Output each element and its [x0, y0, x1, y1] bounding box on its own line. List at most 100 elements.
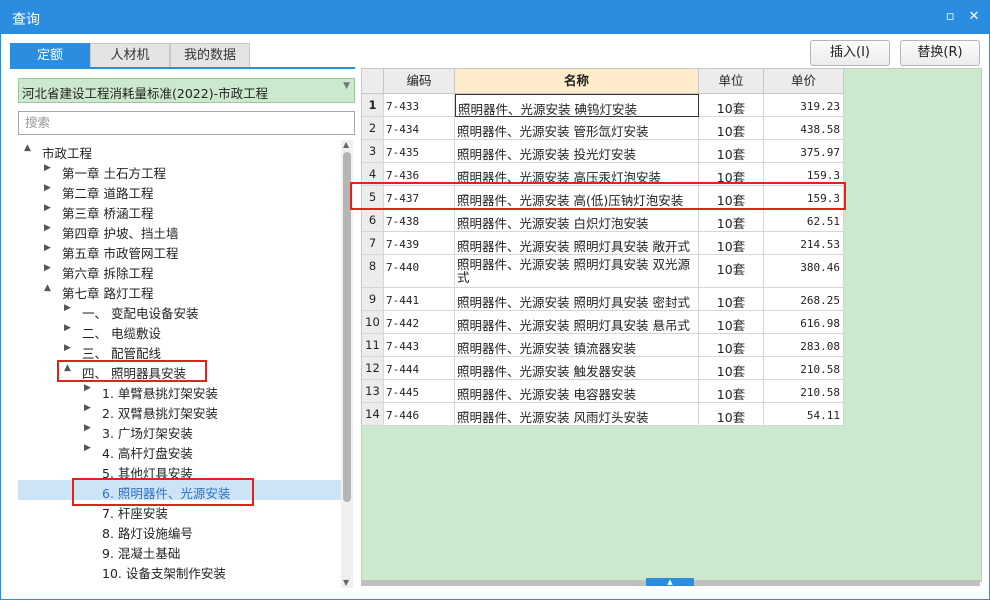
table-header-corner [362, 69, 384, 94]
cell-unit: 10套 [699, 403, 764, 426]
scroll-down-icon[interactable]: ▼ [343, 578, 349, 587]
table-row[interactable]: 11 7-443 照明器件、光源安装 镇流器安装 10套 283.08 [362, 334, 844, 357]
tree-node[interactable]: ▶ 一、 变配电设备安装 [18, 300, 341, 321]
tree-node[interactable]: ▶ 二、 电缆敷设 [18, 320, 341, 341]
cell-code: 7-445 [384, 380, 455, 403]
tab-materials[interactable]: 人材机 [90, 43, 170, 68]
collapse-arrow-icon[interactable]: ▲ [44, 283, 51, 293]
expand-arrow-icon[interactable]: ▶ [44, 203, 51, 213]
chevron-up-icon[interactable]: ▲ [646, 578, 694, 586]
cell-name: 照明器件、光源安装 镇流器安装 [455, 334, 699, 357]
tree-node[interactable]: 5. 其他灯具安装 [18, 460, 341, 481]
cell-price: 319.23 [764, 94, 844, 117]
row-number: 14 [362, 403, 384, 426]
column-header-name[interactable]: 名称 [455, 69, 699, 94]
table-row[interactable]: 13 7-445 照明器件、光源安装 电容器安装 10套 210.58 [362, 380, 844, 403]
collapse-arrow-icon[interactable]: ▲ [24, 143, 31, 153]
expand-arrow-icon[interactable]: ▶ [84, 383, 91, 393]
cell-unit: 10套 [699, 311, 764, 334]
table-row[interactable]: 7 7-439 照明器件、光源安装 照明灯具安装 敞开式 10套 214.53 [362, 232, 844, 255]
scroll-up-icon[interactable]: ▲ [343, 140, 349, 149]
quota-table: 编码 名称 单位 单价 1 7-433 照明器件、光源安装 碘钨灯安装 10套 319.… [361, 68, 982, 582]
expand-arrow-icon[interactable]: ▶ [84, 403, 91, 413]
tree-node[interactable]: ▶ 三、 配管配线 [18, 340, 341, 361]
expand-arrow-icon[interactable]: ▶ [44, 263, 51, 273]
tree-node[interactable]: ▶ 3. 广场灯架安装 [18, 420, 341, 441]
tree-node[interactable]: ▶ 第四章 护坡、挡土墙 [18, 220, 341, 241]
tree-node[interactable]: ▶ 1. 单臂悬挑灯架安装 [18, 380, 341, 401]
expand-arrow-icon[interactable]: ▶ [44, 223, 51, 233]
tree-node[interactable]: 8. 路灯设施编号 [18, 520, 341, 541]
table-row[interactable]: 2 7-434 照明器件、光源安装 管形氙灯安装 10套 438.58 [362, 117, 844, 140]
tree-node[interactable]: ▲ 第七章 路灯工程 [18, 280, 341, 301]
expand-arrow-icon[interactable]: ▶ [84, 423, 91, 433]
insert-button[interactable]: 插入(I) [810, 40, 890, 66]
tree-node[interactable]: ▶ 第一章 土石方工程 [18, 160, 341, 181]
window-title: 查询 [12, 12, 40, 28]
tab-my-data[interactable]: 我的数据 [170, 43, 250, 68]
table-row[interactable]: 14 7-446 照明器件、光源安装 风雨灯头安装 10套 54.11 [362, 403, 844, 426]
table-row[interactable]: 6 7-438 照明器件、光源安装 白炽灯泡安装 10套 62.51 [362, 209, 844, 232]
expand-arrow-icon[interactable]: ▶ [44, 163, 51, 173]
cell-unit: 10套 [699, 232, 764, 255]
tree-node[interactable]: ▶ 4. 高杆灯盘安装 [18, 440, 341, 461]
cell-name: 照明器件、光源安装 电容器安装 [455, 380, 699, 403]
column-header-code[interactable]: 编码 [384, 69, 455, 94]
cell-unit: 10套 [699, 209, 764, 232]
row-number: 12 [362, 357, 384, 380]
tree-node[interactable]: 10. 设备支架制作安装 [18, 560, 341, 581]
tree-node[interactable]: ▶ 2. 双臂悬挑灯架安装 [18, 400, 341, 421]
cell-code: 7-433 [384, 94, 455, 117]
table-row[interactable]: 3 7-435 照明器件、光源安装 投光灯安装 10套 375.97 [362, 140, 844, 163]
cell-price: 210.58 [764, 357, 844, 380]
cell-price: 616.98 [764, 311, 844, 334]
expand-arrow-icon[interactable]: ▶ [64, 303, 71, 313]
cell-name: 照明器件、光源安装 照明灯具安装 密封式 [455, 288, 699, 311]
cell-unit: 10套 [699, 140, 764, 163]
column-header-unit[interactable]: 单位 [699, 69, 764, 94]
cell-price: 214.53 [764, 232, 844, 255]
standard-select[interactable]: 河北省建设工程消耗量标准(2022)-市政工程 ▼ [18, 78, 355, 103]
expand-arrow-icon[interactable]: ▶ [64, 323, 71, 333]
row-number: 2 [362, 117, 384, 140]
row-number: 3 [362, 140, 384, 163]
tab-quota[interactable]: 定额 [10, 43, 90, 68]
cell-name: 照明器件、光源安装 白炽灯泡安装 [455, 209, 699, 232]
chevron-down-icon[interactable]: ▼ [343, 81, 350, 91]
cell-name: 照明器件、光源安装 照明灯具安装 敞开式 [455, 232, 699, 255]
tree-node[interactable]: ▲ 市政工程 [18, 140, 341, 161]
tree-node[interactable]: 9. 混凝土基础 [18, 540, 341, 561]
search-input[interactable] [23, 115, 347, 131]
tree-node[interactable]: ▶ 第二章 道路工程 [18, 180, 341, 201]
window-titlebar: 查询 ▫ ✕ [0, 0, 990, 34]
cell-code: 7-435 [384, 140, 455, 163]
table-row[interactable]: 9 7-441 照明器件、光源安装 照明灯具安装 密封式 10套 268.25 [362, 288, 844, 311]
replace-button[interactable]: 替换(R) [900, 40, 980, 66]
maximize-icon[interactable]: ▫ [942, 9, 958, 25]
table-row[interactable]: 10 7-442 照明器件、光源安装 照明灯具安装 悬吊式 10套 616.98 [362, 311, 844, 334]
cell-unit: 10套 [699, 380, 764, 403]
cell-code: 7-438 [384, 209, 455, 232]
table-row[interactable]: 12 7-444 照明器件、光源安装 触发器安装 10套 210.58 [362, 357, 844, 380]
table-row[interactable]: 1 7-433 照明器件、光源安装 碘钨灯安装 10套 319.23 [362, 94, 844, 117]
table-hscrollbar[interactable]: ▲ [361, 578, 980, 586]
tree-node[interactable]: ▶ 第六章 拆除工程 [18, 260, 341, 281]
cell-price: 438.58 [764, 117, 844, 140]
tree-node[interactable]: ▶ 第三章 桥涵工程 [18, 200, 341, 221]
cell-code: 7-443 [384, 334, 455, 357]
cell-unit: 10套 [699, 288, 764, 311]
cell-code: 7-440 [384, 255, 455, 288]
expand-arrow-icon[interactable]: ▶ [44, 243, 51, 253]
expand-arrow-icon[interactable]: ▶ [64, 343, 71, 353]
column-header-price[interactable]: 单价 [764, 69, 844, 94]
table-row[interactable]: 8 7-440 照明器件、光源安装 照明灯具安装 双光源式 10套 380.46 [362, 255, 844, 288]
close-icon[interactable]: ✕ [966, 9, 982, 25]
row-number: 7 [362, 232, 384, 255]
tree-node[interactable]: ▶ 第五章 市政管网工程 [18, 240, 341, 261]
expand-arrow-icon[interactable]: ▶ [44, 183, 51, 193]
expand-arrow-icon[interactable]: ▶ [84, 443, 91, 453]
standard-select-value: 河北省建设工程消耗量标准(2022)-市政工程 [22, 86, 269, 101]
cell-code: 7-446 [384, 403, 455, 426]
search-box[interactable] [18, 111, 355, 135]
cell-unit: 10套 [699, 255, 764, 288]
